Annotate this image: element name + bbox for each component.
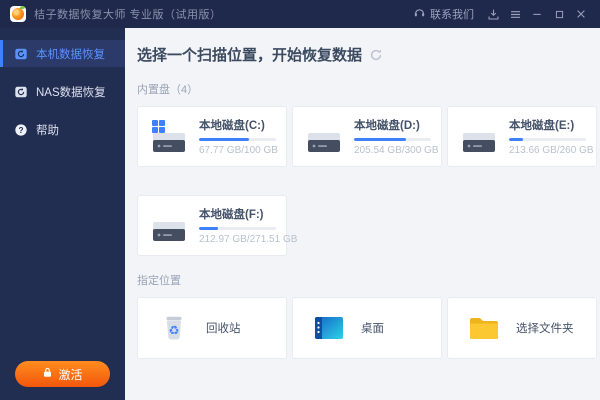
disk-name: 本地磁盘(F:) — [199, 209, 264, 221]
location-label: 桌面 — [361, 323, 384, 335]
disk-usage-fill — [509, 138, 523, 141]
disk-usage-bar — [199, 138, 276, 141]
choose-folder-icon — [466, 311, 502, 345]
sidebar-item-label: 帮助 — [36, 124, 59, 137]
disk-size: 67.77 GB/100 GB — [199, 145, 278, 156]
sidebar-item-nas-recovery[interactable]: NAS数据恢复 — [0, 78, 125, 105]
locations-grid: ♻ 回收站 桌面 选择文件夹 — [137, 297, 597, 359]
locations-section-label: 指定位置 — [137, 275, 181, 287]
disk-card-d[interactable]: 本地磁盘(D:) 205.54 GB/300 GB — [292, 106, 442, 167]
disk-usage-fill — [199, 227, 219, 230]
recycle-bin-icon: ♻ — [156, 311, 192, 345]
contact-us-label: 联系我们 — [430, 9, 474, 21]
maximize-button[interactable] — [548, 0, 570, 28]
hard-drive-icon — [461, 120, 499, 154]
close-button[interactable] — [570, 0, 592, 28]
computer-recovery-icon — [13, 46, 28, 61]
disk-card-c[interactable]: 本地磁盘(C:) 67.77 GB/100 GB — [137, 106, 287, 167]
disk-usage-bar — [199, 227, 276, 230]
refresh-icon[interactable] — [369, 48, 383, 62]
app-window: 桔子数据恢复大师 专业版（试用版） 联系我们 本机数据恢复 NAS数据恢复 ? … — [0, 0, 600, 400]
location-label: 回收站 — [206, 323, 241, 335]
minimize-button[interactable] — [526, 0, 548, 28]
sidebar-item-label: 本机数据恢复 — [36, 48, 105, 61]
main-content: 选择一个扫描位置，开始恢复数据 内置盘（4） 本地磁盘(C:) 67.77 GB… — [125, 28, 600, 400]
page-title: 选择一个扫描位置，开始恢复数据 — [137, 47, 363, 64]
activate-button[interactable]: 激活 — [15, 361, 110, 387]
lock-icon — [42, 367, 53, 381]
location-label: 选择文件夹 — [516, 323, 574, 335]
sidebar-item-help[interactable]: ? 帮助 — [0, 116, 125, 143]
disk-usage-fill — [354, 138, 407, 141]
disk-card-f[interactable]: 本地磁盘(F:) 212.97 GB/271.51 GB — [137, 195, 298, 256]
disk-card-e[interactable]: 本地磁盘(E:) 213.66 GB/260 GB — [447, 106, 597, 167]
disks-grid: 本地磁盘(C:) 67.77 GB/100 GB 本地磁盘(D:) 205.54… — [137, 106, 597, 256]
disk-size: 205.54 GB/300 GB — [354, 145, 439, 156]
disk-name: 本地磁盘(D:) — [354, 120, 420, 132]
activate-label: 激活 — [58, 367, 83, 382]
app-logo-icon — [10, 6, 26, 22]
hard-drive-icon — [306, 120, 344, 154]
nas-recovery-icon — [13, 84, 28, 99]
choose-folder-card[interactable]: 选择文件夹 — [447, 297, 597, 359]
disk-size: 213.66 GB/260 GB — [509, 145, 594, 156]
sidebar-item-label: NAS数据恢复 — [36, 86, 106, 99]
desktop-card[interactable]: 桌面 — [292, 297, 442, 359]
hard-drive-icon — [151, 119, 189, 154]
disk-name: 本地磁盘(E:) — [509, 120, 575, 132]
page-title-row: 选择一个扫描位置，开始恢复数据 — [137, 44, 595, 65]
headset-icon — [413, 6, 426, 22]
desktop-icon — [311, 311, 347, 345]
disk-name: 本地磁盘(C:) — [199, 120, 265, 132]
sidebar: 本机数据恢复 NAS数据恢复 ? 帮助 激活 — [0, 28, 125, 400]
disk-size: 212.97 GB/271.51 GB — [199, 234, 298, 245]
window-title: 桔子数据恢复大师 专业版（试用版） — [34, 9, 222, 21]
disk-usage-fill — [199, 138, 250, 141]
svg-text:?: ? — [18, 124, 23, 134]
help-icon: ? — [13, 122, 28, 137]
svg-text:♻: ♻ — [169, 324, 180, 338]
menu-icon[interactable] — [504, 0, 526, 28]
contact-us-button[interactable]: 联系我们 — [405, 0, 482, 28]
sidebar-item-local-recovery[interactable]: 本机数据恢复 — [0, 40, 125, 67]
disk-usage-bar — [354, 138, 431, 141]
download-button[interactable] — [482, 0, 504, 28]
titlebar: 桔子数据恢复大师 专业版（试用版） 联系我们 — [0, 0, 600, 28]
hard-drive-icon — [151, 209, 189, 243]
disks-section-label: 内置盘（4） — [137, 84, 199, 96]
recycle-bin-card[interactable]: ♻ 回收站 — [137, 297, 287, 359]
disk-usage-bar — [509, 138, 586, 141]
